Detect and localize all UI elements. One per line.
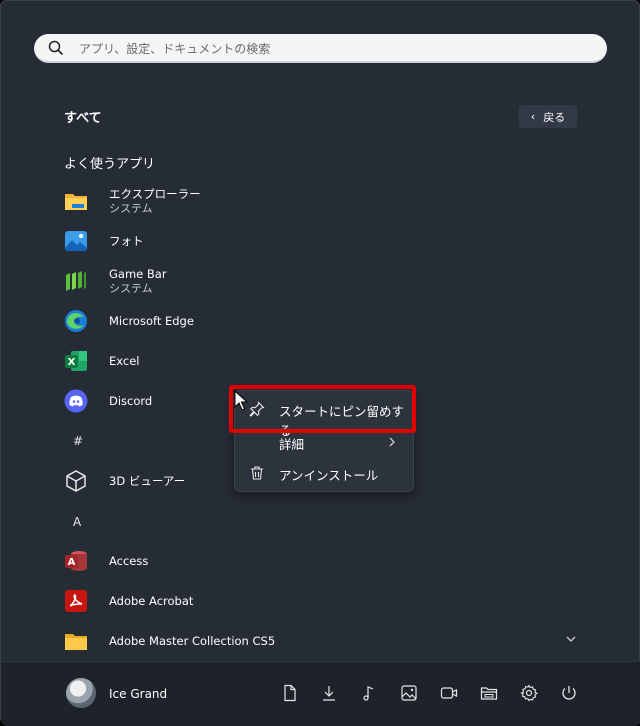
app-name: Adobe Master Collection CS5 [109, 633, 276, 648]
app-subtitle: システム [109, 281, 153, 295]
app-name: Game Bar [109, 266, 167, 281]
pin-to-start-item[interactable]: スタートにピン留めする [235, 394, 413, 438]
pin-icon [249, 401, 265, 417]
app-name: Microsoft Edge [109, 313, 194, 328]
mouse-cursor-icon [234, 390, 248, 411]
app-item-explorer[interactable]: エクスプローラー システム [61, 183, 361, 219]
user-bar: Ice Grand [1, 661, 640, 726]
svg-text:A: A [68, 557, 76, 568]
app-item-photos[interactable]: フォト [61, 223, 361, 259]
game-bar-icon [66, 271, 86, 291]
photos-icon [65, 231, 87, 252]
app-item-edge[interactable]: Microsoft Edge [61, 303, 361, 339]
app-item-adobe-acrobat[interactable]: Adobe Acrobat [61, 583, 361, 619]
app-name: エクスプローラー [109, 186, 201, 201]
edge-icon [65, 310, 87, 332]
app-name: Discord [109, 393, 153, 408]
chevron-left-icon: ‹ [530, 110, 536, 123]
access-icon: A [65, 551, 87, 571]
personal-folder-icon[interactable] [480, 684, 498, 702]
app-item-access[interactable]: A Access [61, 543, 361, 579]
music-icon[interactable] [360, 684, 378, 702]
videos-icon[interactable] [440, 684, 458, 702]
excel-icon: X [65, 351, 87, 371]
back-button-label: 戻る [543, 110, 566, 124]
app-name: フォト [109, 233, 144, 248]
more-item[interactable]: 詳細 [235, 427, 413, 457]
documents-icon[interactable] [281, 684, 299, 702]
app-name: Adobe Acrobat [109, 593, 194, 608]
trash-icon [251, 466, 263, 480]
power-icon[interactable] [560, 684, 578, 702]
discord-icon [64, 389, 88, 413]
folder-icon [65, 634, 87, 650]
user-name[interactable]: Ice Grand [109, 687, 167, 701]
all-apps-title: すべて [64, 111, 102, 126]
search-box[interactable] [34, 34, 607, 63]
more-label: 詳細 [279, 437, 305, 452]
downloads-icon[interactable] [320, 684, 338, 702]
svg-text:X: X [68, 357, 76, 368]
frequent-apps-title: よく使うアプリ [64, 157, 156, 172]
chevron-down-icon[interactable] [565, 633, 577, 645]
avatar[interactable] [66, 678, 96, 708]
acrobat-icon [65, 590, 87, 612]
letter-header-hash[interactable]: # [73, 434, 83, 448]
app-name: Excel [109, 353, 140, 368]
context-menu: スタートにピン留めする 詳細 アンインストール [234, 390, 414, 492]
app-subtitle: システム [109, 201, 153, 215]
start-menu: すべて ‹ 戻る よく使うアプリ エクスプローラー システム フォト [0, 0, 640, 726]
app-name: Access [109, 553, 149, 568]
app-name: 3D ビューアー [109, 473, 186, 488]
search-input[interactable] [77, 39, 581, 59]
app-item-adobe-master-collection[interactable]: Adobe Master Collection CS5 [61, 623, 361, 659]
uninstall-label: アンインストール [279, 468, 379, 483]
uninstall-item[interactable]: アンインストール [235, 458, 413, 488]
search-icon [48, 40, 64, 56]
app-item-game-bar[interactable]: Game Bar システム [61, 263, 361, 299]
3d-viewer-icon [66, 470, 86, 492]
letter-header-a[interactable]: A [73, 515, 81, 529]
chevron-right-icon [389, 437, 395, 447]
file-explorer-icon [65, 194, 87, 210]
back-button[interactable]: ‹ 戻る [519, 105, 577, 128]
app-item-excel[interactable]: X Excel [61, 343, 361, 379]
pictures-icon[interactable] [400, 684, 418, 702]
settings-icon[interactable] [520, 684, 538, 702]
